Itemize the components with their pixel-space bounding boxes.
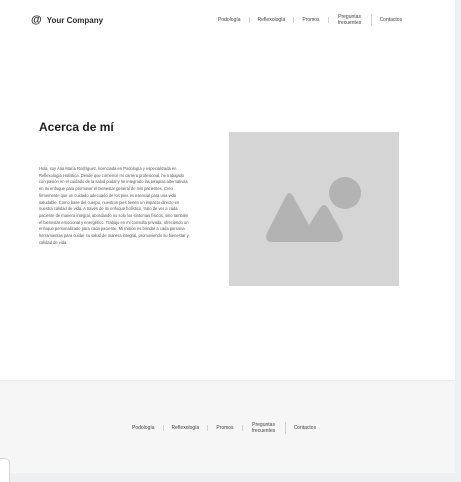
nav-link-preguntas-frecuentes[interactable]: Preguntas frecuentes — [329, 14, 372, 26]
footer-link-promos[interactable]: Promos — [208, 425, 243, 431]
nav-link-promos[interactable]: Promos — [294, 17, 329, 23]
about-section: Acerca de mí Hola, soy Ana María Rodrígu… — [0, 46, 455, 380]
footer-link-contactos[interactable]: Contactos — [286, 425, 325, 431]
about-paragraph: Hola, soy Ana María Rodríguez, licenciad… — [39, 166, 189, 245]
header-nav: Podología Reflexología Promos Preguntas … — [210, 14, 410, 26]
footer-link-podologia[interactable]: Podología — [124, 425, 164, 431]
nav-link-reflexologia[interactable]: Reflexología — [250, 17, 295, 23]
footer-nav: Podología Reflexología Promos Preguntas … — [124, 422, 324, 434]
footer-link-preguntas-frecuentes[interactable]: Preguntas frecuentes — [243, 422, 286, 434]
nav-link-contactos[interactable]: Contactos — [372, 17, 411, 23]
site-header: @ Your Company Podología Reflexología Pr… — [0, 0, 455, 46]
scroll-corner — [0, 458, 10, 482]
logo-text: Your Company — [46, 16, 104, 25]
site-footer: Podología Reflexología Promos Preguntas … — [0, 380, 455, 473]
at-sign-logo-icon: @ — [31, 14, 42, 26]
page: @ Your Company Podología Reflexología Pr… — [0, 0, 455, 473]
image-placeholder-icon — [266, 177, 361, 242]
section-title: Acerca de mí — [39, 120, 114, 134]
nav-link-podologia[interactable]: Podología — [210, 17, 250, 23]
footer-link-reflexologia[interactable]: Reflexología — [164, 425, 209, 431]
image-placeholder — [229, 132, 399, 286]
sun-shape — [329, 177, 361, 209]
logo[interactable]: @ Your Company — [31, 15, 103, 26]
